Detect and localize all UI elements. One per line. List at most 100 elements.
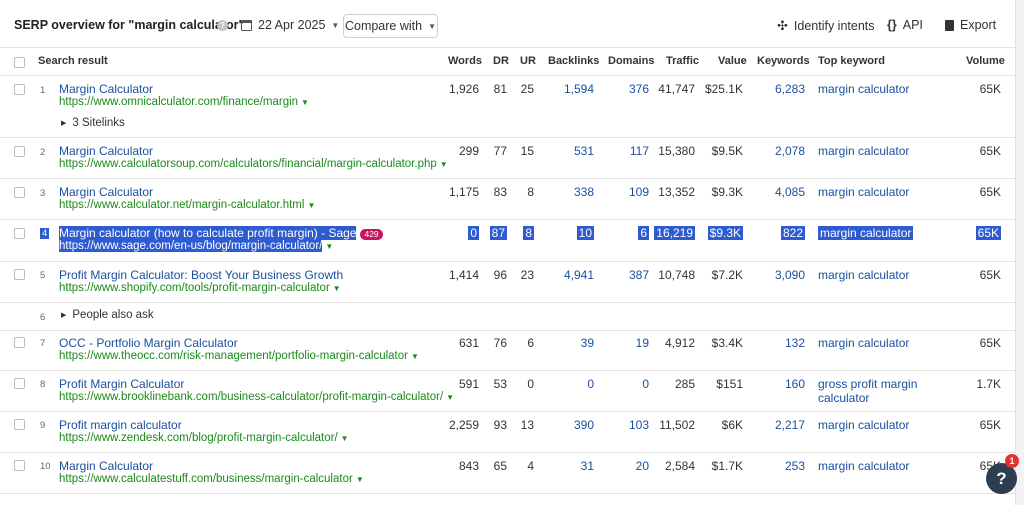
export-button[interactable]: Export — [945, 18, 996, 32]
col-search-result[interactable]: Search result — [38, 55, 108, 67]
result-title-link[interactable]: Margin Calculator — [59, 459, 153, 473]
row-checkbox[interactable] — [14, 228, 25, 239]
row-checkbox[interactable] — [14, 378, 25, 389]
value-value: $7.2K — [711, 268, 743, 282]
row-checkbox[interactable] — [14, 269, 25, 280]
backlinks-value[interactable]: 31 — [581, 459, 594, 473]
col-volume[interactable]: Volume — [966, 55, 1005, 67]
result-url[interactable]: https://www.zendesk.com/blog/profit-marg… — [59, 432, 349, 444]
result-title-link[interactable]: Margin Calculator — [59, 82, 153, 96]
domains-value[interactable]: 109 — [629, 185, 649, 199]
row-checkbox[interactable] — [14, 419, 25, 430]
keywords-value[interactable]: 6,283 — [775, 82, 805, 96]
chevron-down-icon[interactable]: ▼ — [440, 160, 448, 169]
help-icon[interactable]: ? — [217, 20, 228, 31]
volume-value: 65K — [979, 82, 1001, 96]
domains-value[interactable]: 376 — [629, 82, 649, 96]
result-url[interactable]: https://www.calculatestuff.com/business/… — [59, 473, 364, 485]
result-title-link[interactable]: Profit Margin Calculator — [59, 377, 184, 391]
domains-value[interactable]: 103 — [629, 418, 649, 432]
top-keyword-link[interactable]: margin calculator — [818, 459, 909, 473]
chevron-down-icon[interactable]: ▼ — [301, 98, 309, 107]
domains-value[interactable]: 387 — [629, 268, 649, 282]
domains-value[interactable]: 117 — [630, 144, 649, 158]
row-checkbox[interactable] — [14, 460, 25, 471]
backlinks-value[interactable]: 39 — [581, 336, 594, 350]
result-url[interactable]: https://www.sage.com/en-us/blog/margin-c… — [59, 240, 333, 252]
result-url[interactable]: https://www.calculator.net/margin-calcul… — [59, 199, 315, 211]
result-url[interactable]: https://www.theocc.com/risk-management/p… — [59, 350, 419, 362]
top-keyword-link[interactable]: margin calculator — [818, 336, 909, 350]
col-words[interactable]: Words — [448, 55, 482, 67]
keywords-value[interactable]: 160 — [785, 377, 805, 391]
backlinks-value[interactable]: 531 — [574, 144, 594, 158]
divider — [0, 75, 1016, 76]
col-backlinks[interactable]: Backlinks — [548, 55, 599, 67]
chevron-down-icon[interactable]: ▼ — [333, 284, 341, 293]
divider — [0, 370, 1016, 371]
chevron-down-icon[interactable]: ▼ — [411, 352, 419, 361]
result-title-link[interactable]: OCC - Portfolio Margin Calculator — [59, 336, 238, 350]
people-also-ask-toggle[interactable]: ▶ People also ask — [61, 309, 154, 321]
keywords-value[interactable]: 253 — [785, 459, 805, 473]
backlinks-value[interactable]: 1,594 — [564, 82, 594, 96]
backlinks-value[interactable]: 390 — [574, 418, 594, 432]
col-keywords[interactable]: Keywords — [757, 55, 810, 67]
top-keyword-link[interactable]: margin calculator — [818, 185, 909, 199]
result-title-link[interactable]: Profit Margin Calculator: Boost Your Bus… — [59, 268, 343, 282]
domains-value[interactable]: 0 — [642, 377, 649, 391]
col-ur[interactable]: UR — [520, 55, 536, 67]
top-keyword-link[interactable]: margin calculator — [818, 226, 914, 240]
keywords-value[interactable]: 132 — [785, 336, 805, 350]
top-keyword-link[interactable]: gross profit margin calculator — [818, 377, 917, 405]
result-url[interactable]: https://www.shopify.com/tools/profit-mar… — [59, 282, 341, 294]
top-keyword-link[interactable]: margin calculator — [818, 418, 909, 432]
keywords-value[interactable]: 2,217 — [775, 418, 805, 432]
words-value: 591 — [458, 377, 479, 391]
divider — [0, 178, 1016, 179]
result-url-text: https://www.calculatestuff.com/business/… — [59, 473, 353, 485]
backlinks-value[interactable]: 4,941 — [564, 268, 594, 282]
select-all-checkbox[interactable] — [14, 57, 25, 68]
row-checkbox[interactable] — [14, 337, 25, 348]
result-title-link[interactable]: Profit margin calculator — [59, 418, 182, 432]
row-checkbox[interactable] — [14, 146, 25, 157]
domains-value[interactable]: 19 — [636, 336, 649, 350]
chevron-down-icon[interactable]: ▼ — [446, 393, 454, 402]
chevron-down-icon[interactable]: ▼ — [356, 475, 364, 484]
domains-value[interactable]: 6 — [638, 226, 649, 240]
keywords-value[interactable]: 3,090 — [775, 268, 805, 282]
result-url[interactable]: https://www.calculatorsoup.com/calculato… — [59, 158, 448, 170]
row-checkbox[interactable] — [14, 84, 25, 95]
backlinks-value[interactable]: 338 — [574, 185, 594, 199]
top-keyword-link[interactable]: margin calculator — [818, 268, 909, 282]
keywords-value[interactable]: 4,085 — [775, 185, 805, 199]
result-title-link[interactable]: Margin calculator (how to calculate prof… — [59, 226, 357, 240]
chevron-down-icon[interactable]: ▼ — [307, 201, 315, 210]
result-title-link[interactable]: Margin Calculator — [59, 144, 153, 158]
chevron-down-icon[interactable]: ▼ — [341, 434, 349, 443]
row-checkbox[interactable] — [14, 187, 25, 198]
result-url[interactable]: https://www.brooklinebank.com/business-c… — [59, 391, 454, 403]
api-button[interactable]: {} API — [887, 18, 923, 32]
compare-with-button[interactable]: Compare with ▼ — [343, 14, 438, 38]
chevron-down-icon[interactable]: ▼ — [325, 242, 333, 251]
col-dr[interactable]: DR — [493, 55, 509, 67]
backlinks-value[interactable]: 10 — [576, 226, 594, 240]
result-url[interactable]: https://www.omnicalculator.com/finance/m… — [59, 96, 309, 108]
result-title-link[interactable]: Margin Calculator — [59, 185, 153, 199]
backlinks-value[interactable]: 0 — [587, 377, 594, 391]
col-domains[interactable]: Domains — [608, 55, 654, 67]
col-traffic[interactable]: Traffic — [666, 55, 699, 67]
keywords-value[interactable]: 2,078 — [775, 144, 805, 158]
top-keyword-link[interactable]: margin calculator — [818, 82, 909, 96]
col-value[interactable]: Value — [718, 55, 747, 67]
top-keyword-link[interactable]: margin calculator — [818, 144, 909, 158]
date-picker[interactable]: 22 Apr 2025 ▼ — [241, 14, 339, 36]
identify-intents-button[interactable]: ✣ Identify intents — [777, 18, 875, 34]
domains-value[interactable]: 20 — [636, 459, 649, 473]
chevron-down-icon: ▼ — [331, 20, 340, 30]
sitelinks-toggle[interactable]: ▶ 3 Sitelinks — [61, 117, 125, 129]
col-top-keyword[interactable]: Top keyword — [818, 55, 885, 67]
keywords-value[interactable]: 822 — [780, 226, 805, 240]
